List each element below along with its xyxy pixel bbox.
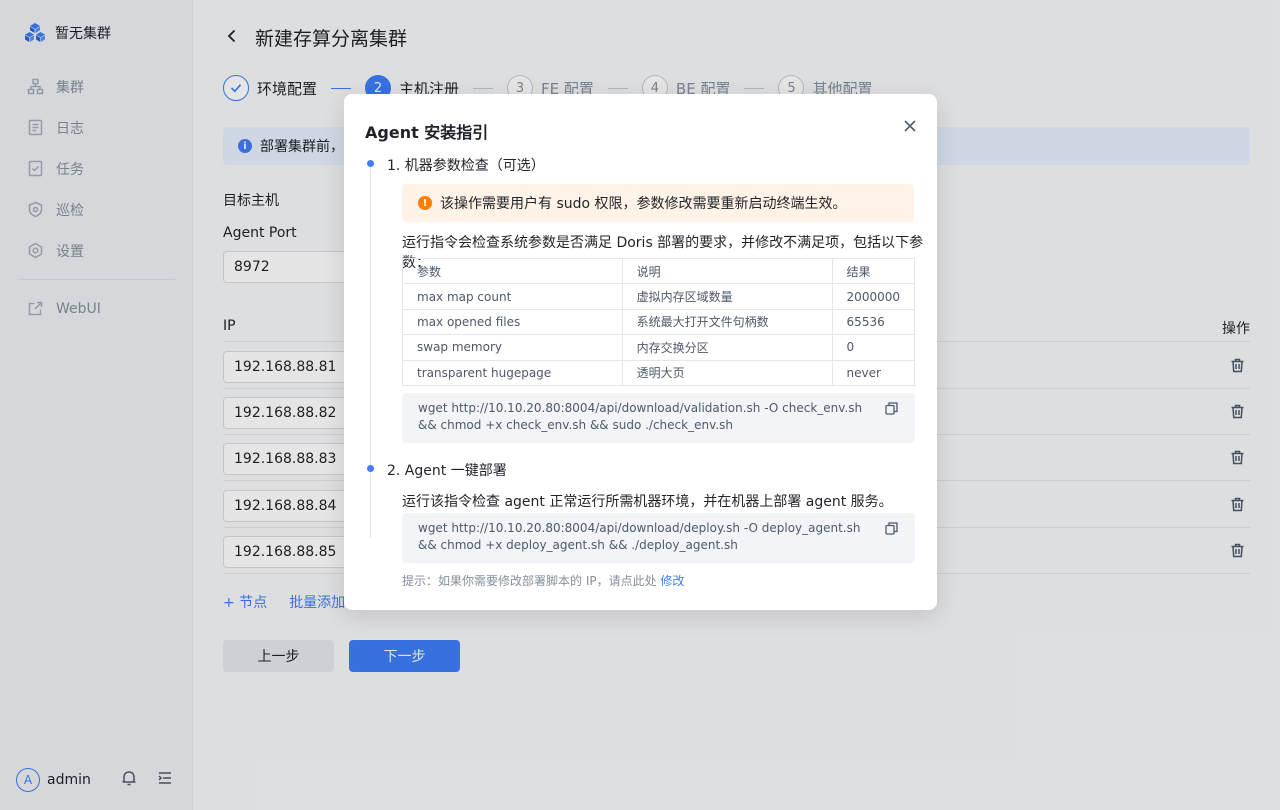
table-cell: swap memory: [402, 334, 623, 361]
modify-ip-link[interactable]: 修改: [660, 574, 684, 588]
table-row: max map count 虚拟内存区域数量 2000000: [402, 283, 916, 310]
code-block-check-env: wget http://10.10.20.80:8004/api/downloa…: [402, 393, 915, 443]
command-text[interactable]: wget http://10.10.20.80:8004/api/downloa…: [418, 401, 862, 432]
table-header: 参数: [402, 257, 623, 285]
copy-icon: [885, 522, 898, 535]
table-cell: 虚拟内存区域数量: [621, 283, 833, 310]
copy-icon: [885, 402, 898, 415]
table-header: 说明: [621, 257, 833, 285]
timeline-dot: [367, 465, 374, 472]
table-row: max opened files 系统最大打开文件句柄数 65536: [402, 308, 916, 336]
table-cell: 系统最大打开文件句柄数: [621, 308, 833, 336]
table-cell: max opened files: [402, 308, 623, 336]
warning-icon: !: [418, 196, 432, 210]
table-header: 结果: [831, 257, 916, 285]
warning-alert: ! 该操作需要用户有 sudo 权限，参数修改需要重新启动终端生效。: [402, 184, 914, 222]
warning-text: 该操作需要用户有 sudo 权限，参数修改需要重新启动终端生效。: [440, 196, 847, 212]
copy-button[interactable]: [885, 522, 898, 540]
table-cell: 0: [831, 334, 916, 361]
close-icon: [904, 120, 916, 132]
table-cell: transparent hugepage: [402, 359, 623, 386]
table-cell: 内存交换分区: [621, 334, 833, 361]
agent-install-modal: Agent 安装指引 1. 机器参数检查（可选） ! 该操作需要用户有 sudo…: [344, 94, 937, 610]
table-row: swap memory 内存交换分区 0: [402, 334, 916, 361]
section-title: 1. 机器参数检查（可选）: [387, 158, 545, 174]
copy-button[interactable]: [885, 402, 898, 420]
hint-text: 提示：如果你需要修改部署脚本的 IP，请点此处 修改: [402, 572, 684, 589]
section-title: 2. Agent 一键部署: [387, 463, 507, 479]
table-cell: max map count: [402, 283, 623, 310]
table-cell: 透明大页: [621, 359, 833, 386]
hint-label: 提示：如果你需要修改部署脚本的 IP，请点此处: [402, 574, 661, 588]
timeline-line: [370, 164, 371, 538]
table-cell: never: [831, 359, 916, 386]
deploy-description: 运行该指令检查 agent 正常运行所需机器环境，并在机器上部署 agent 服…: [402, 494, 893, 510]
params-table: 参数 说明 结果 max map count 虚拟内存区域数量 2000000 …: [402, 257, 916, 386]
table-row: transparent hugepage 透明大页 never: [402, 359, 916, 386]
table-cell: 65536: [831, 308, 916, 336]
timeline-dot: [367, 160, 374, 167]
code-block-deploy: wget http://10.10.20.80:8004/api/downloa…: [402, 513, 915, 563]
modal-title: Agent 安装指引: [365, 123, 489, 142]
close-button[interactable]: [903, 119, 917, 137]
table-cell: 2000000: [831, 283, 916, 310]
table-header-row: 参数 说明 结果: [402, 257, 916, 285]
command-text[interactable]: wget http://10.10.20.80:8004/api/downloa…: [418, 521, 860, 552]
